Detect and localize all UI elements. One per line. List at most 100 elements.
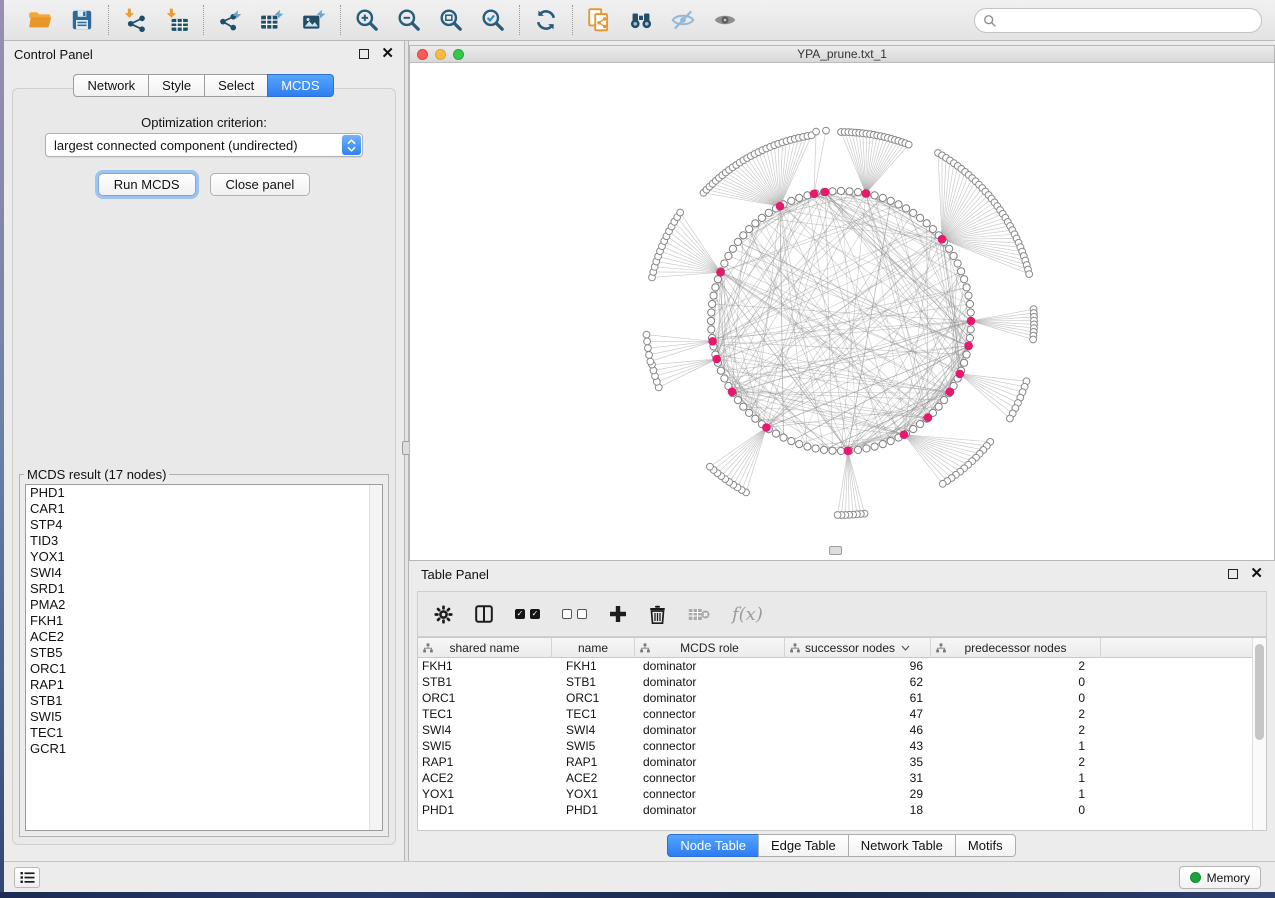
graph-node[interactable]: [788, 438, 795, 445]
table-cell[interactable]: 1: [931, 786, 1101, 802]
table-cell[interactable]: connector: [635, 786, 785, 802]
table-cell[interactable]: 0: [931, 674, 1101, 690]
deselect-all-button[interactable]: [562, 609, 587, 619]
graph-node[interactable]: [709, 300, 716, 307]
graph-node[interactable]: [879, 441, 886, 448]
column-header[interactable]: successor nodes: [785, 638, 931, 658]
graph-node[interactable]: [966, 300, 973, 307]
graph-node[interactable]: [772, 430, 779, 437]
list-item[interactable]: FKH1: [26, 613, 382, 629]
table-cell[interactable]: SWI4: [552, 722, 635, 738]
graph-node[interactable]: [707, 463, 714, 470]
run-mcds-button[interactable]: Run MCDS: [98, 173, 196, 196]
graph-node[interactable]: [923, 220, 930, 227]
list-item[interactable]: ORC1: [26, 661, 382, 677]
table-cell[interactable]: dominator: [635, 690, 785, 706]
table-cell[interactable]: ORC1: [552, 690, 635, 706]
mcds-result-list[interactable]: PHD1CAR1STP4TID3YOX1SWI4SRD1PMA2FKH1ACE2…: [25, 484, 383, 831]
table-cell[interactable]: TEC1: [552, 706, 635, 722]
close-panel-button[interactable]: Close panel: [210, 173, 311, 196]
graph-node[interactable]: [707, 317, 714, 324]
table-cell[interactable]: ACE2: [552, 770, 635, 786]
table-cell[interactable]: 62: [785, 674, 931, 690]
graph-node[interactable]: [963, 351, 970, 358]
graph-node[interactable]: [829, 447, 836, 454]
graph-node[interactable]: [958, 268, 965, 275]
graph-node[interactable]: [935, 403, 942, 410]
network-canvas[interactable]: [410, 63, 1274, 560]
column-header[interactable]: MCDS role: [635, 638, 785, 658]
tab-network[interactable]: Network: [73, 74, 149, 97]
save-session-button[interactable]: [65, 4, 99, 36]
table-cell[interactable]: 2: [931, 754, 1101, 770]
graph-node[interactable]: [716, 268, 725, 277]
table-cell[interactable]: 18: [785, 802, 931, 818]
graph-node[interactable]: [796, 441, 803, 448]
table-row[interactable]: STB1STB1dominator620: [418, 674, 1252, 690]
table-cell[interactable]: 46: [785, 722, 931, 738]
graph-node[interactable]: [734, 238, 741, 245]
zoom-selected-button[interactable]: [476, 4, 510, 36]
graph-node[interactable]: [714, 276, 721, 283]
graph-node[interactable]: [712, 284, 719, 291]
table-scrollbar-thumb[interactable]: [1255, 644, 1264, 740]
select-all-button[interactable]: ✓✓: [515, 609, 540, 619]
table-cell[interactable]: 0: [931, 690, 1101, 706]
graph-node[interactable]: [677, 209, 684, 216]
table-row[interactable]: RAP1RAP1dominator352: [418, 754, 1252, 770]
list-item[interactable]: GCR1: [26, 741, 382, 757]
graph-node[interactable]: [746, 226, 753, 233]
list-item[interactable]: CAR1: [26, 501, 382, 517]
table-options-button[interactable]: [434, 605, 453, 624]
graph-node[interactable]: [643, 331, 650, 338]
tab-node-table[interactable]: Node Table: [667, 834, 759, 857]
float-panel-icon[interactable]: [359, 49, 369, 59]
graph-node[interactable]: [717, 367, 724, 374]
hide-selected-button[interactable]: [666, 4, 700, 36]
graph-node[interactable]: [956, 370, 965, 379]
delete-table-button[interactable]: [688, 607, 710, 622]
find-button[interactable]: [624, 4, 658, 36]
table-cell[interactable]: 0: [931, 802, 1101, 818]
zoom-in-button[interactable]: [350, 4, 384, 36]
table-cell[interactable]: 96: [785, 658, 931, 674]
network-window-titlebar[interactable]: YPA_prune.txt_1: [410, 46, 1274, 63]
table-cell[interactable]: ACE2: [418, 770, 552, 786]
graph-node[interactable]: [804, 443, 811, 450]
criterion-dropdown[interactable]: largest connected component (undirected): [45, 133, 363, 157]
table-cell[interactable]: connector: [635, 738, 785, 754]
table-cell[interactable]: PHD1: [552, 802, 635, 818]
graph-node[interactable]: [961, 276, 968, 283]
graph-node[interactable]: [910, 209, 917, 216]
graph-node[interactable]: [829, 188, 836, 195]
zoom-fit-button[interactable]: [434, 4, 468, 36]
graph-node[interactable]: [929, 226, 936, 233]
table-cell[interactable]: STB1: [418, 674, 552, 690]
graph-node[interactable]: [765, 209, 772, 216]
graph-node[interactable]: [820, 446, 827, 453]
table-cell[interactable]: SWI5: [552, 738, 635, 754]
graph-node[interactable]: [712, 355, 721, 364]
tab-motifs[interactable]: Motifs: [955, 834, 1016, 857]
list-item[interactable]: RAP1: [26, 677, 382, 693]
float-panel-icon[interactable]: [1228, 569, 1238, 579]
table-cell[interactable]: SWI4: [418, 722, 552, 738]
graph-node[interactable]: [823, 127, 830, 134]
graph-node[interactable]: [924, 413, 933, 422]
graph-node[interactable]: [967, 317, 976, 326]
table-row[interactable]: ORC1ORC1dominator610: [418, 690, 1252, 706]
table-row[interactable]: SWI4SWI4dominator462: [418, 722, 1252, 738]
tab-select[interactable]: Select: [204, 74, 268, 97]
graph-node[interactable]: [762, 423, 771, 432]
export-network-button[interactable]: [213, 4, 247, 36]
table-cell[interactable]: TEC1: [418, 706, 552, 722]
graph-node[interactable]: [647, 358, 654, 365]
graph-node[interactable]: [844, 447, 853, 456]
graph-node[interactable]: [964, 342, 973, 351]
table-row[interactable]: YOX1YOX1connector291: [418, 786, 1252, 802]
graph-node[interactable]: [871, 192, 878, 199]
graph-node[interactable]: [954, 260, 961, 267]
graph-node[interactable]: [1026, 271, 1033, 278]
open-session-button[interactable]: [23, 4, 57, 36]
graph-node[interactable]: [812, 445, 819, 452]
